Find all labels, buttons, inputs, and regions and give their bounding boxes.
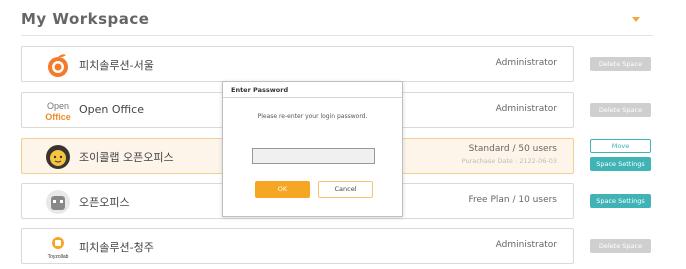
workspace-role: Administrator [495,104,557,114]
peach-logo-icon [48,54,68,77]
joycollab-logo-icon [46,145,70,169]
purchase-date: Purachase Date : 2122-06-03 [461,157,557,165]
logo-text-top: Open [47,101,69,111]
collapse-caret-icon[interactable] [632,17,640,22]
logo-text: Toyzollab [48,254,69,260]
workspace-name: 피치솔루션-청주 [79,241,154,254]
robot-logo-icon [46,190,70,214]
workspace-plan: Standard / 50 users [468,144,557,154]
workspace-plan: Free Plan / 10 users [468,195,558,205]
page-title: My Workspace [21,10,150,28]
ok-button[interactable]: OK [255,181,310,198]
open-office-logo-icon: Open Office [45,101,71,122]
workspace-role: Administrator [495,240,557,250]
move-button[interactable]: Move [590,139,651,153]
delete-space-button[interactable]: Delete Space [590,57,651,71]
cancel-button[interactable]: Cancel [318,181,373,198]
workspace-name: Open Office [79,103,144,116]
toyzollab-logo-icon: Toyzollab [48,237,69,260]
workspace-header: My Workspace [21,0,653,36]
workspace-name: 피치솔루션-서울 [79,59,154,72]
delete-space-button[interactable]: Delete Space [590,239,651,253]
dialog-title: Enter Password [223,82,402,98]
space-settings-button[interactable]: Space Settings [590,157,651,171]
enter-password-dialog: Enter Password Please re-enter your logi… [222,81,403,217]
delete-space-button[interactable]: Delete Space [590,103,651,117]
workspace-row[interactable]: 피치솔루션-서울 Administrator [21,46,574,82]
workspace-role: Administrator [495,58,557,68]
space-settings-button[interactable]: Space Settings [590,194,651,208]
password-input[interactable] [252,148,375,164]
dialog-message: Please re-enter your login password. [257,113,368,120]
logo-text-bottom: Office [45,112,71,122]
workspace-name: 조이콜랩 오픈오피스 [79,151,174,164]
workspace-row[interactable]: Toyzollab 피치솔루션-청주 Administrator [21,228,574,264]
workspace-name: 오픈오피스 [79,196,130,209]
